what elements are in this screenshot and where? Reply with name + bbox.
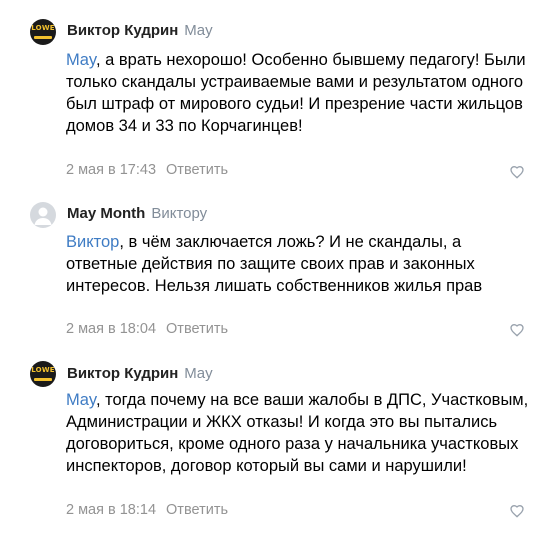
comment-text: Виктор, в чём заключается ложь? И не ска…: [66, 231, 530, 297]
author-name[interactable]: Виктор Кудрин: [67, 365, 178, 382]
avatar[interactable]: [30, 202, 56, 228]
comment-text: May, тогда почему на все ваши жалобы в Д…: [66, 389, 530, 477]
author-name[interactable]: Виктор Кудрин: [67, 22, 178, 39]
heart-icon[interactable]: [509, 164, 525, 180]
comment-body: , тогда почему на все ваши жалобы в ДПС,…: [66, 391, 529, 475]
comment-meta: 2 мая в 17:43 Ответить: [66, 162, 228, 178]
reply-button[interactable]: Ответить: [166, 502, 228, 518]
comment-text: May, а врать нехорошо! Особенно бывшему …: [66, 49, 530, 137]
comment-date[interactable]: 2 мая в 18:14: [66, 502, 156, 518]
comment-body: , а врать нехорошо! Особенно бывшему пед…: [66, 51, 526, 135]
reply-to-name[interactable]: May: [184, 365, 212, 382]
comment-date[interactable]: 2 мая в 18:04: [66, 321, 156, 337]
author-name[interactable]: May Month: [67, 205, 145, 222]
mention-link[interactable]: May: [66, 391, 96, 409]
comment-header: Виктор Кудрин May: [67, 22, 213, 39]
avatar[interactable]: LOWE: [30, 361, 56, 387]
user-silhouette-icon: [34, 207, 52, 225]
logo-stripe: [34, 378, 52, 381]
reply-to-name[interactable]: May: [184, 22, 212, 39]
mention-link[interactable]: Виктор: [66, 233, 119, 251]
reply-button[interactable]: Ответить: [166, 321, 228, 337]
heart-icon[interactable]: [509, 503, 525, 519]
lowe-logo-text: LOWE: [31, 366, 55, 374]
comment-body: , в чём заключается ложь? И не скандалы,…: [66, 233, 483, 295]
comment-meta: 2 мая в 18:14 Ответить: [66, 502, 228, 518]
reply-button[interactable]: Ответить: [166, 162, 228, 178]
heart-icon[interactable]: [509, 322, 525, 338]
mention-link[interactable]: May: [66, 51, 96, 69]
avatar[interactable]: LOWE: [30, 19, 56, 45]
lowe-logo-text: LOWE: [31, 24, 55, 32]
comment-meta: 2 мая в 18:04 Ответить: [66, 321, 228, 337]
reply-to-name[interactable]: Виктору: [151, 205, 207, 222]
comment-date[interactable]: 2 мая в 17:43: [66, 162, 156, 178]
logo-stripe: [34, 36, 52, 39]
comment-header: Виктор Кудрин May: [67, 365, 213, 382]
comment-header: May Month Виктору: [67, 205, 207, 222]
